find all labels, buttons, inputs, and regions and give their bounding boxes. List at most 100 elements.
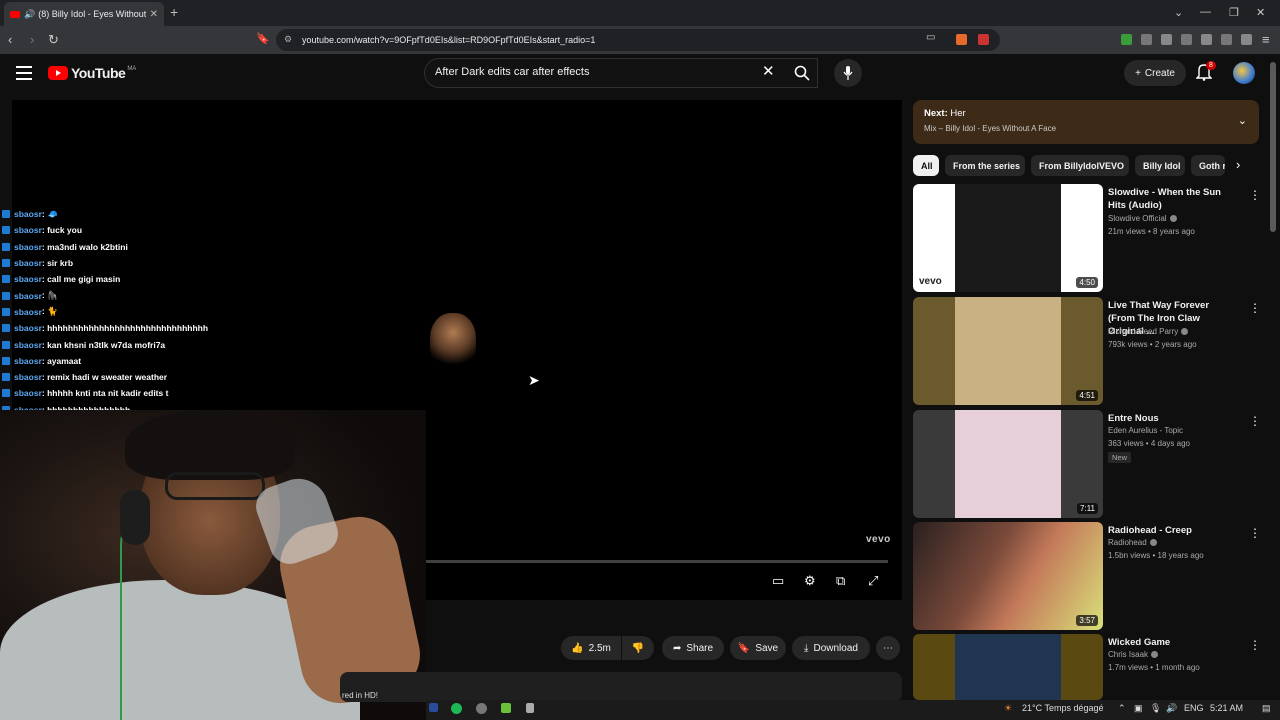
share-icon: ➦	[672, 642, 682, 654]
channel-name[interactable]: Slowdive Official	[1108, 214, 1167, 223]
channel-name[interactable]: Eden Aurelius - Topic	[1108, 426, 1183, 435]
volume-icon[interactable]: 🔊	[1166, 703, 1177, 714]
back-icon[interactable]: ‹	[8, 32, 12, 47]
hamburger-menu-icon[interactable]	[16, 66, 32, 80]
description-box[interactable]	[340, 672, 902, 702]
new-tab-icon[interactable]: +	[170, 4, 178, 20]
music-icon[interactable]	[1161, 34, 1172, 45]
more-vertical-icon[interactable]: ⋮	[1249, 638, 1261, 652]
logo-text: YouTube	[71, 65, 126, 81]
minimize-icon[interactable]: —	[1200, 6, 1211, 18]
more-actions-button[interactable]: ⋯	[876, 636, 900, 660]
share-button[interactable]: ➦ Share	[662, 636, 724, 660]
spotify-app-icon[interactable]	[451, 703, 462, 714]
media-player-app-icon[interactable]	[501, 703, 511, 713]
recommendation-item[interactable]: 3:57 Radiohead - Creep Radiohead 1.5bn v…	[913, 522, 1263, 630]
miniplayer-icon[interactable]: ⧉	[836, 573, 845, 589]
more-vertical-icon[interactable]: ⋮	[1249, 526, 1261, 540]
download-button[interactable]: ⤓ Download	[792, 636, 870, 660]
more-vertical-icon[interactable]: ⋮	[1249, 301, 1261, 315]
youtube-favicon-icon	[10, 10, 20, 18]
rewards-icon[interactable]	[978, 34, 989, 45]
vpn-icon[interactable]	[1241, 34, 1252, 45]
audio-playing-icon[interactable]: 🔊	[24, 9, 35, 20]
chevron-down-icon[interactable]: ⌄	[1238, 114, 1247, 127]
notification-center-icon[interactable]: ▤	[1262, 703, 1271, 714]
create-button[interactable]: + Create	[1124, 60, 1186, 86]
more-vertical-icon[interactable]: ⋮	[1249, 414, 1261, 428]
chips-next-icon[interactable]: ›	[1236, 157, 1240, 172]
video-thumbnail[interactable]: 3:57	[913, 522, 1103, 630]
like-button[interactable]: 👍 2.5m	[561, 636, 621, 660]
forward-icon[interactable]: ›	[30, 32, 34, 47]
chip-goth[interactable]: Goth r	[1191, 155, 1225, 176]
extension-icon[interactable]	[1121, 34, 1132, 45]
recommendation-item[interactable]: vevo 4:50 Slowdive - When the Sun Hits (…	[913, 184, 1263, 292]
channel-name[interactable]: Chris Isaak	[1108, 650, 1148, 659]
tab-list-icon[interactable]: ⌄	[1174, 6, 1183, 19]
account-avatar[interactable]	[1233, 62, 1255, 84]
search-input[interactable]: After Dark edits car after effects	[424, 58, 818, 88]
cast-icon[interactable]: ▭	[926, 32, 935, 43]
video-meta: 1.7m views • 1 month ago	[1108, 663, 1200, 672]
up-next-panel[interactable]: Next: Her Mix – Billy Idol - Eyes Withou…	[913, 100, 1259, 144]
recommendation-item[interactable]: 7:11 Entre Nous Eden Aurelius - Topic 36…	[913, 410, 1263, 518]
url-input[interactable]: ⚙ youtube.com/watch?v=9OFpfTd0EIs&list=R…	[276, 29, 1000, 51]
subtitles-icon[interactable]: ▭	[772, 573, 784, 589]
video-title[interactable]: Entre Nous	[1108, 412, 1236, 425]
brave-shield-icon[interactable]	[956, 34, 967, 45]
language-indicator[interactable]: ENG	[1184, 703, 1204, 713]
chat-text: : sir krb	[41, 258, 74, 269]
chip-from-series[interactable]: From the series	[945, 155, 1025, 176]
dislike-button[interactable]: 👎	[622, 636, 654, 660]
vevo-watermark: vevo	[866, 534, 891, 545]
video-title[interactable]: Slowdive - When the Sun Hits (Audio)	[1108, 186, 1236, 212]
chip-billy-idol[interactable]: Billy Idol	[1135, 155, 1185, 176]
weather-icon[interactable]: ☀	[1004, 703, 1012, 714]
close-window-icon[interactable]: ✕	[1256, 6, 1265, 19]
weather-text[interactable]: 21°C Temps dégagé	[1022, 703, 1104, 713]
fullscreen-icon[interactable]: ⤢	[868, 573, 878, 589]
video-thumbnail[interactable]: vevo 4:50	[913, 184, 1103, 292]
channel-name[interactable]: Radiohead	[1108, 538, 1147, 547]
audio-app-icon[interactable]	[526, 703, 534, 713]
browser-menu-icon[interactable]: ≡	[1262, 32, 1270, 47]
save-button[interactable]: 🔖 Save	[730, 636, 786, 660]
site-info-icon[interactable]: ⚙	[284, 34, 292, 45]
video-thumbnail[interactable]: 4:51	[913, 297, 1103, 405]
chip-all[interactable]: All	[913, 155, 939, 176]
clock[interactable]: 5:21 AM	[1210, 703, 1243, 713]
channel-name[interactable]: Richard Reed Parry	[1108, 327, 1178, 336]
sidebar-icon[interactable]	[1181, 34, 1192, 45]
video-thumbnail[interactable]	[913, 634, 1103, 700]
chat-username: sbaosr	[14, 274, 42, 285]
restore-icon[interactable]: ❐	[1229, 6, 1239, 19]
youtube-logo[interactable]: YouTube MA	[48, 65, 136, 81]
wallet-icon[interactable]	[1201, 34, 1212, 45]
chip-from-billyidolvevo[interactable]: From BillyIdolVEVO	[1031, 155, 1129, 176]
leo-ai-icon[interactable]	[1221, 34, 1232, 45]
voice-search-button[interactable]	[834, 59, 862, 87]
puzzle-icon[interactable]	[1141, 34, 1152, 45]
chat-username: sbaosr	[14, 339, 42, 350]
recommendation-item[interactable]: 4:51 Live That Way Forever (From The Iro…	[913, 297, 1263, 405]
video-duration: 4:51	[1076, 390, 1098, 401]
page-scrollbar[interactable]	[1270, 62, 1276, 232]
microphone-tray-icon[interactable]: 🎙	[1150, 703, 1161, 714]
tray-app-icon[interactable]: ▣	[1134, 703, 1143, 714]
browser-tab[interactable]: 🔊 (8) Billy Idol - Eyes Without A ✕	[4, 2, 164, 26]
video-title[interactable]: Radiohead - Creep	[1108, 524, 1236, 537]
video-thumbnail[interactable]: 7:11	[913, 410, 1103, 518]
tab-close-icon[interactable]: ✕	[150, 9, 158, 20]
video-title[interactable]: Wicked Game	[1108, 636, 1236, 649]
reload-icon[interactable]: ↻	[48, 32, 59, 48]
more-vertical-icon[interactable]: ⋮	[1249, 188, 1261, 202]
bookmark-icon[interactable]: 🔖	[256, 32, 270, 45]
recommendation-item[interactable]: Wicked Game Chris Isaak 1.7m views • 1 m…	[913, 634, 1263, 700]
chrome-app-icon[interactable]	[476, 703, 487, 714]
clear-search-icon[interactable]: ✕	[762, 62, 775, 80]
tray-chevron-icon[interactable]: ⌃	[1118, 703, 1126, 714]
premiere-app-icon[interactable]	[429, 703, 438, 712]
settings-gear-icon[interactable]: ⚙	[804, 573, 816, 589]
search-button[interactable]	[786, 58, 818, 88]
